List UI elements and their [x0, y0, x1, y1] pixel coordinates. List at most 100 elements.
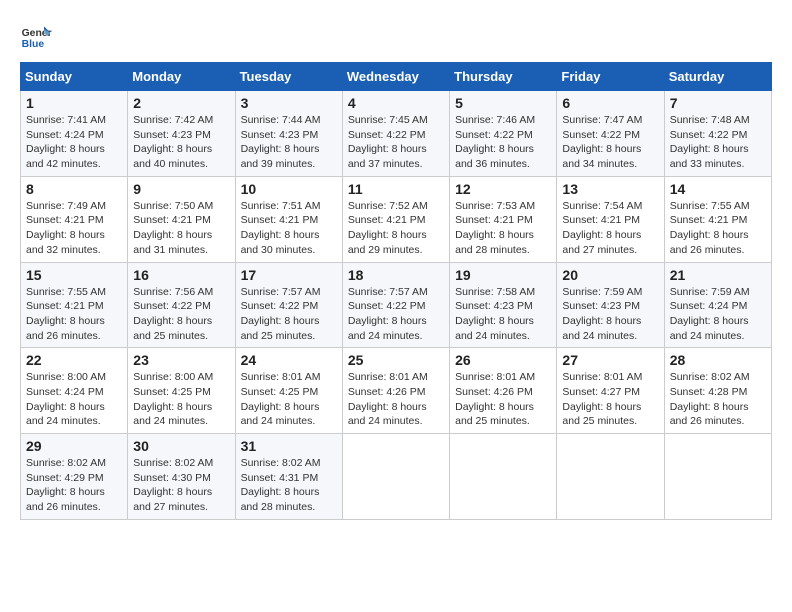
col-header-thursday: Thursday — [450, 63, 557, 91]
day-info: Sunrise: 7:51 AMSunset: 4:21 PMDaylight:… — [241, 199, 337, 258]
calendar-cell: 2 Sunrise: 7:42 AMSunset: 4:23 PMDaylight… — [128, 91, 235, 177]
calendar-cell — [450, 434, 557, 520]
day-info: Sunrise: 8:02 AMSunset: 4:30 PMDaylight:… — [133, 456, 229, 515]
day-info: Sunrise: 8:02 AMSunset: 4:29 PMDaylight:… — [26, 456, 122, 515]
day-info: Sunrise: 8:02 AMSunset: 4:31 PMDaylight:… — [241, 456, 337, 515]
calendar-cell: 10 Sunrise: 7:51 AMSunset: 4:21 PMDayligh… — [235, 176, 342, 262]
day-info: Sunrise: 7:53 AMSunset: 4:21 PMDaylight:… — [455, 199, 551, 258]
day-info: Sunrise: 7:49 AMSunset: 4:21 PMDaylight:… — [26, 199, 122, 258]
logo-icon: General Blue — [20, 20, 52, 52]
day-number: 6 — [562, 95, 658, 111]
calendar-week-1: 1 Sunrise: 7:41 AMSunset: 4:24 PMDaylight… — [21, 91, 772, 177]
day-number: 27 — [562, 352, 658, 368]
day-info: Sunrise: 7:55 AMSunset: 4:21 PMDaylight:… — [670, 199, 766, 258]
svg-text:Blue: Blue — [22, 39, 45, 50]
calendar-week-3: 15Sunrise: 7:55 AMSunset: 4:21 PMDayligh… — [21, 262, 772, 348]
day-info: Sunrise: 8:01 AMSunset: 4:26 PMDaylight:… — [455, 370, 551, 429]
day-number: 9 — [133, 181, 229, 197]
calendar-cell: 20 Sunrise: 7:59 AMSunset: 4:23 PMDayligh… — [557, 262, 664, 348]
day-number: 24 — [241, 352, 337, 368]
calendar-cell: 26 Sunrise: 8:01 AMSunset: 4:26 PMDayligh… — [450, 348, 557, 434]
day-info: Sunrise: 7:42 AMSunset: 4:23 PMDaylight:… — [133, 113, 229, 172]
day-number: 7 — [670, 95, 766, 111]
day-info: Sunrise: 7:58 AMSunset: 4:23 PMDaylight:… — [455, 285, 551, 344]
calendar-cell: 23 Sunrise: 8:00 AMSunset: 4:25 PMDayligh… — [128, 348, 235, 434]
calendar-table: SundayMondayTuesdayWednesdayThursdayFrid… — [20, 62, 772, 520]
day-info: Sunrise: 7:59 AMSunset: 4:24 PMDaylight:… — [670, 285, 766, 344]
calendar-cell: 14 Sunrise: 7:55 AMSunset: 4:21 PMDayligh… — [664, 176, 771, 262]
day-number: 22 — [26, 352, 122, 368]
calendar-cell: 3 Sunrise: 7:44 AMSunset: 4:23 PMDaylight… — [235, 91, 342, 177]
day-number: 23 — [133, 352, 229, 368]
calendar-cell: 1 Sunrise: 7:41 AMSunset: 4:24 PMDaylight… — [21, 91, 128, 177]
calendar-cell: 25 Sunrise: 8:01 AMSunset: 4:26 PMDayligh… — [342, 348, 449, 434]
day-info: Sunrise: 7:55 AMSunset: 4:21 PMDaylight:… — [26, 285, 122, 344]
col-header-tuesday: Tuesday — [235, 63, 342, 91]
day-info: Sunrise: 7:48 AMSunset: 4:22 PMDaylight:… — [670, 113, 766, 172]
day-number: 20 — [562, 267, 658, 283]
day-number: 14 — [670, 181, 766, 197]
day-number: 18 — [348, 267, 444, 283]
calendar-cell: 5 Sunrise: 7:46 AMSunset: 4:22 PMDaylight… — [450, 91, 557, 177]
day-info: Sunrise: 7:45 AMSunset: 4:22 PMDaylight:… — [348, 113, 444, 172]
day-number: 21 — [670, 267, 766, 283]
day-info: Sunrise: 8:01 AMSunset: 4:26 PMDaylight:… — [348, 370, 444, 429]
day-number: 28 — [670, 352, 766, 368]
col-header-saturday: Saturday — [664, 63, 771, 91]
calendar-cell: 22Sunrise: 8:00 AMSunset: 4:24 PMDayligh… — [21, 348, 128, 434]
col-header-sunday: Sunday — [21, 63, 128, 91]
day-info: Sunrise: 8:00 AMSunset: 4:25 PMDaylight:… — [133, 370, 229, 429]
calendar-cell: 31 Sunrise: 8:02 AMSunset: 4:31 PMDayligh… — [235, 434, 342, 520]
day-number: 26 — [455, 352, 551, 368]
day-number: 19 — [455, 267, 551, 283]
day-number: 29 — [26, 438, 122, 454]
col-header-wednesday: Wednesday — [342, 63, 449, 91]
day-number: 3 — [241, 95, 337, 111]
calendar-cell — [557, 434, 664, 520]
col-header-friday: Friday — [557, 63, 664, 91]
day-number: 2 — [133, 95, 229, 111]
day-info: Sunrise: 7:44 AMSunset: 4:23 PMDaylight:… — [241, 113, 337, 172]
calendar-cell: 12 Sunrise: 7:53 AMSunset: 4:21 PMDayligh… — [450, 176, 557, 262]
day-number: 16 — [133, 267, 229, 283]
calendar-cell: 28Sunrise: 8:02 AMSunset: 4:28 PMDayligh… — [664, 348, 771, 434]
calendar-week-5: 29 Sunrise: 8:02 AMSunset: 4:29 PMDayligh… — [21, 434, 772, 520]
day-info: Sunrise: 7:57 AMSunset: 4:22 PMDaylight:… — [241, 285, 337, 344]
calendar-cell: 16Sunrise: 7:56 AMSunset: 4:22 PMDayligh… — [128, 262, 235, 348]
calendar-cell: 6Sunrise: 7:47 AMSunset: 4:22 PMDaylight… — [557, 91, 664, 177]
day-number: 1 — [26, 95, 122, 111]
calendar-cell: 18 Sunrise: 7:57 AMSunset: 4:22 PMDayligh… — [342, 262, 449, 348]
day-number: 13 — [562, 181, 658, 197]
day-info: Sunrise: 7:54 AMSunset: 4:21 PMDaylight:… — [562, 199, 658, 258]
calendar-cell: 29 Sunrise: 8:02 AMSunset: 4:29 PMDayligh… — [21, 434, 128, 520]
day-info: Sunrise: 7:57 AMSunset: 4:22 PMDaylight:… — [348, 285, 444, 344]
calendar-cell: 30 Sunrise: 8:02 AMSunset: 4:30 PMDayligh… — [128, 434, 235, 520]
day-number: 12 — [455, 181, 551, 197]
day-number: 31 — [241, 438, 337, 454]
calendar-cell — [342, 434, 449, 520]
day-number: 25 — [348, 352, 444, 368]
calendar-cell: 4Sunrise: 7:45 AMSunset: 4:22 PMDaylight… — [342, 91, 449, 177]
day-number: 10 — [241, 181, 337, 197]
calendar-cell: 21 Sunrise: 7:59 AMSunset: 4:24 PMDayligh… — [664, 262, 771, 348]
day-info: Sunrise: 7:59 AMSunset: 4:23 PMDaylight:… — [562, 285, 658, 344]
header-row: SundayMondayTuesdayWednesdayThursdayFrid… — [21, 63, 772, 91]
calendar-cell: 11 Sunrise: 7:52 AMSunset: 4:21 PMDayligh… — [342, 176, 449, 262]
day-number: 30 — [133, 438, 229, 454]
logo: General Blue — [20, 20, 56, 52]
day-info: Sunrise: 7:50 AMSunset: 4:21 PMDaylight:… — [133, 199, 229, 258]
day-number: 11 — [348, 181, 444, 197]
calendar-cell: 19 Sunrise: 7:58 AMSunset: 4:23 PMDayligh… — [450, 262, 557, 348]
day-info: Sunrise: 7:41 AMSunset: 4:24 PMDaylight:… — [26, 113, 122, 172]
day-number: 17 — [241, 267, 337, 283]
day-info: Sunrise: 7:52 AMSunset: 4:21 PMDaylight:… — [348, 199, 444, 258]
calendar-cell: 7 Sunrise: 7:48 AMSunset: 4:22 PMDaylight… — [664, 91, 771, 177]
calendar-cell: 8 Sunrise: 7:49 AMSunset: 4:21 PMDaylight… — [21, 176, 128, 262]
day-info: Sunrise: 7:46 AMSunset: 4:22 PMDaylight:… — [455, 113, 551, 172]
calendar-cell: 13 Sunrise: 7:54 AMSunset: 4:21 PMDayligh… — [557, 176, 664, 262]
day-number: 8 — [26, 181, 122, 197]
day-number: 5 — [455, 95, 551, 111]
header: General Blue — [20, 20, 772, 52]
calendar-cell: 24Sunrise: 8:01 AMSunset: 4:25 PMDayligh… — [235, 348, 342, 434]
calendar-week-2: 8 Sunrise: 7:49 AMSunset: 4:21 PMDaylight… — [21, 176, 772, 262]
